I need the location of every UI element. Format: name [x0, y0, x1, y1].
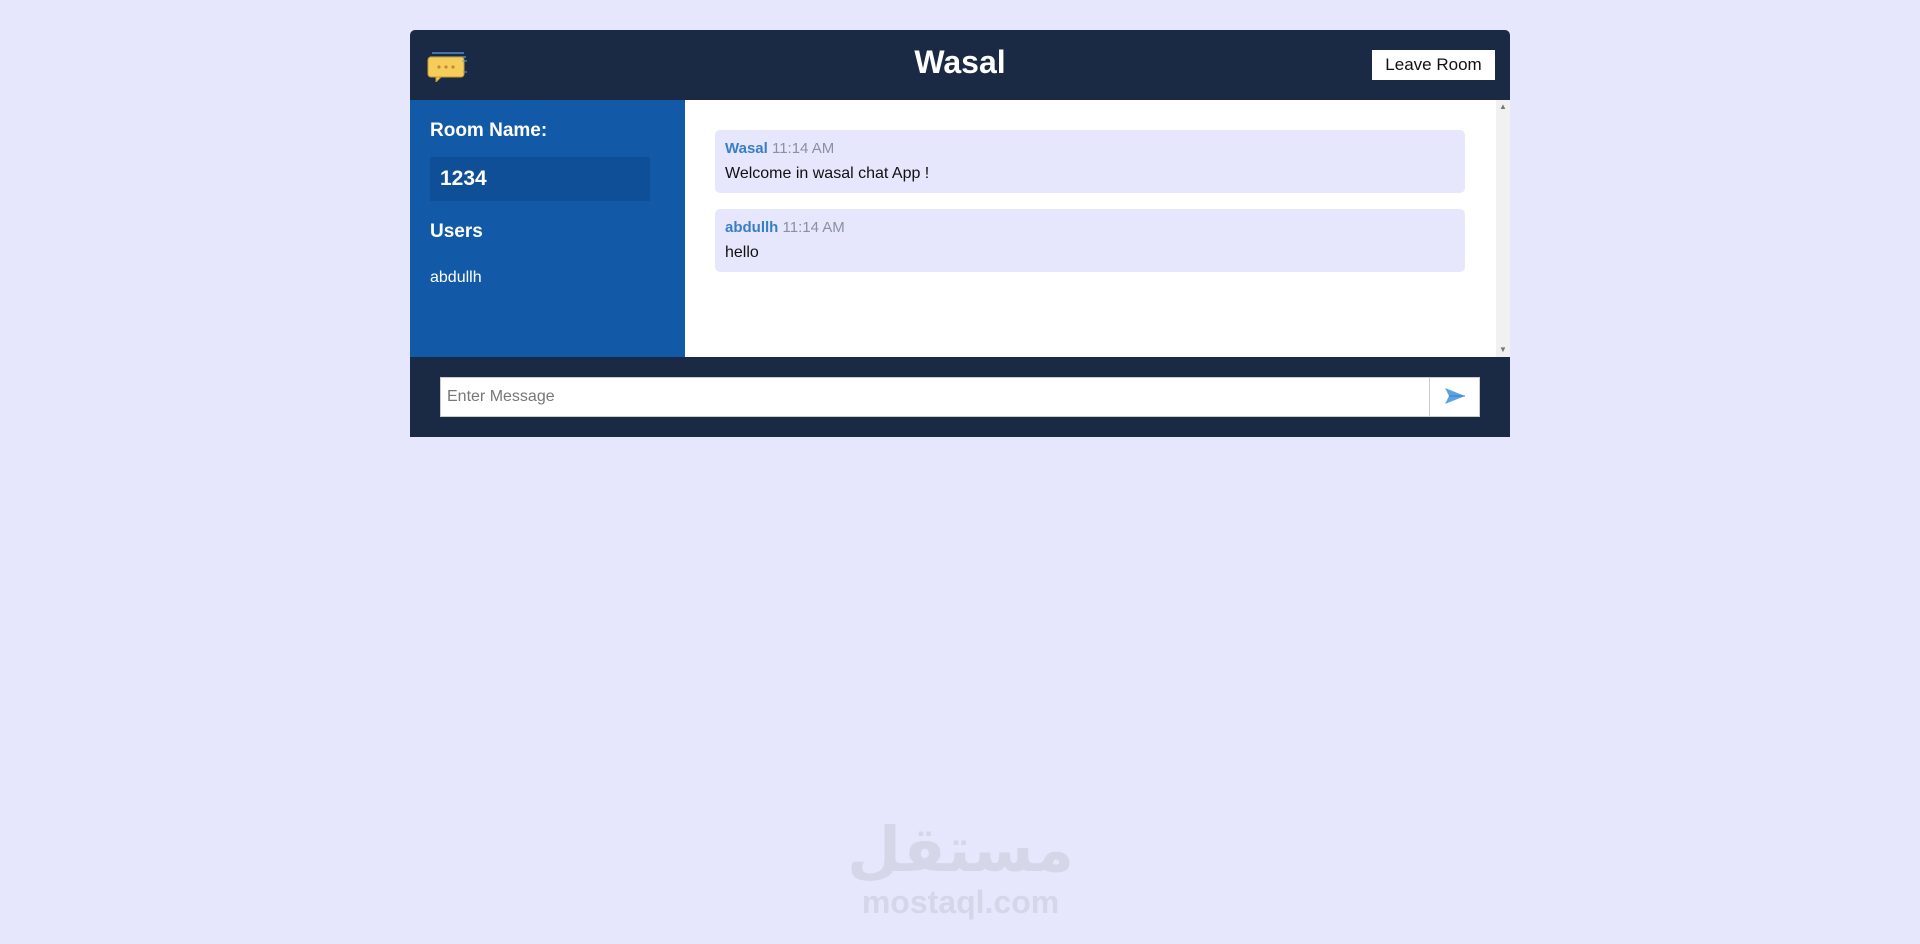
app-title: Wasal — [914, 44, 1006, 80]
message-text: Welcome in wasal chat App ! — [725, 165, 930, 182]
leave-room-button[interactable]: Leave Room — [1372, 50, 1495, 80]
send-button[interactable] — [1430, 377, 1480, 417]
watermark-latin: mostaql.com — [861, 884, 1060, 920]
chat-sidebar: Room Name: 1234 Users abdullh — [410, 100, 685, 357]
scroll-up-arrow-icon[interactable]: ▲ — [1496, 100, 1510, 114]
message-item: abdullh 11:14 AM hello — [715, 209, 1465, 272]
watermark-arabic: مستقل — [847, 813, 1074, 886]
message-time: 11:14 AM — [771, 140, 835, 157]
message-input[interactable] — [440, 377, 1430, 417]
message-text: hello — [725, 244, 759, 261]
room-name-heading: Room Name: — [430, 120, 548, 141]
watermark: مستقل mostaql.com — [843, 813, 1078, 920]
chat-form — [410, 357, 1510, 437]
message-author: abdullh — [725, 219, 779, 236]
users-list: abdullh — [430, 269, 665, 287]
message-meta: Wasal 11:14 AM — [725, 140, 1455, 157]
scroll-down-arrow-icon[interactable]: ▼ — [1496, 343, 1510, 357]
paper-plane-icon — [1444, 387, 1466, 408]
messages-scrollbar[interactable]: ▲ ▼ — [1496, 100, 1510, 357]
message-item: Wasal 11:14 AM Welcome in wasal chat App… — [715, 130, 1465, 193]
chat-container: Wasal Leave Room Room Name: 1234 Users a… — [410, 30, 1510, 437]
users-heading: Users — [430, 221, 483, 242]
chat-main: Room Name: 1234 Users abdullh Wasal 11:1… — [410, 100, 1510, 357]
message-author: Wasal — [725, 140, 768, 157]
user-item: abdullh — [430, 269, 482, 286]
room-name-value: 1234 — [430, 157, 650, 201]
message-time: 11:14 AM — [782, 219, 845, 236]
chat-messages[interactable]: Wasal 11:14 AM Welcome in wasal chat App… — [685, 100, 1510, 357]
message-meta: abdullh 11:14 AM — [725, 219, 1455, 236]
chat-header: Wasal Leave Room — [410, 30, 1510, 100]
